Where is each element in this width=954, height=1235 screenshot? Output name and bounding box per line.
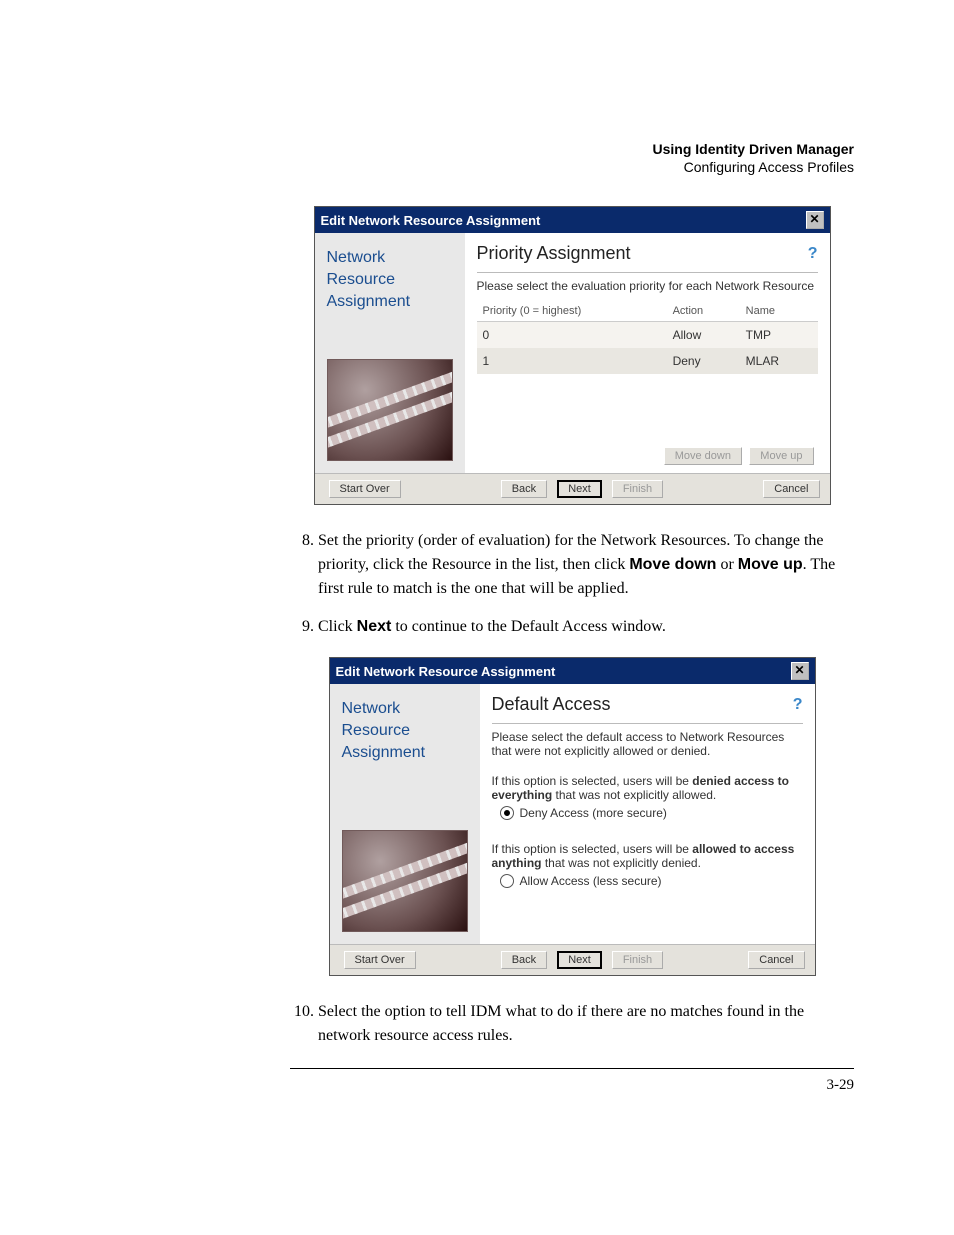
- cell-name: MLAR: [740, 348, 818, 374]
- page-number: 3-29: [290, 1077, 854, 1094]
- cancel-button[interactable]: Cancel: [763, 480, 819, 498]
- page-rule: [290, 1068, 854, 1069]
- col-priority: Priority (0 = highest): [477, 301, 667, 322]
- dialog-main: Default Access ? Please select the defau…: [480, 684, 815, 944]
- priority-dialog: Edit Network Resource Assignment ✕ Netwo…: [314, 206, 831, 505]
- col-name: Name: [740, 301, 818, 322]
- cell-priority: 0: [477, 322, 667, 349]
- back-button[interactable]: Back: [501, 480, 547, 498]
- next-button[interactable]: Next: [557, 951, 602, 969]
- step-8: Set the priority (order of evaluation) f…: [318, 529, 854, 601]
- back-button[interactable]: Back: [501, 951, 547, 969]
- finish-button[interactable]: Finish: [612, 951, 663, 969]
- dialog-title: Edit Network Resource Assignment: [336, 664, 556, 679]
- dialog-main: Priority Assignment ? Please select the …: [465, 233, 830, 473]
- dialog-heading: Priority Assignment ?: [477, 243, 818, 264]
- instruction-text: Please select the evaluation priority fo…: [477, 279, 818, 293]
- start-over-button[interactable]: Start Over: [329, 480, 401, 498]
- dialog-footer: Start Over Back Next Finish Cancel: [315, 473, 830, 504]
- move-down-button[interactable]: Move down: [664, 447, 742, 465]
- radio-label: Deny Access (more secure): [520, 806, 667, 820]
- next-button[interactable]: Next: [557, 480, 602, 498]
- step-9: Click Next to continue to the Default Ac…: [318, 615, 854, 639]
- instruction-list: Set the priority (order of evaluation) f…: [290, 529, 854, 639]
- table-row[interactable]: 1 Deny MLAR: [477, 348, 818, 374]
- finish-button[interactable]: Finish: [612, 480, 663, 498]
- allow-access-radio[interactable]: Allow Access (less secure): [492, 874, 803, 888]
- dialog-heading: Default Access ?: [492, 694, 803, 715]
- dialog-title: Edit Network Resource Assignment: [321, 213, 541, 228]
- priority-table: Priority (0 = highest) Action Name 0 All…: [477, 301, 818, 374]
- allow-block: If this option is selected, users will b…: [492, 842, 803, 888]
- help-icon[interactable]: ?: [808, 245, 818, 263]
- table-row[interactable]: 0 Allow TMP: [477, 322, 818, 349]
- radio-label: Allow Access (less secure): [520, 874, 662, 888]
- instruction-text: Please select the default access to Netw…: [492, 730, 803, 758]
- radio-icon: [500, 874, 514, 888]
- sidebar-image: [327, 359, 453, 461]
- sidebar-image: [342, 830, 468, 932]
- dialog-sidebar: Network Resource Assignment: [315, 233, 465, 473]
- move-up-button[interactable]: Move up: [749, 447, 813, 465]
- sidebar-title: Network Resource Assignment: [315, 233, 465, 312]
- dialog-titlebar: Edit Network Resource Assignment ✕: [330, 658, 815, 684]
- cell-action: Allow: [667, 322, 740, 349]
- sidebar-title: Network Resource Assignment: [330, 684, 480, 763]
- close-icon[interactable]: ✕: [791, 662, 809, 680]
- cancel-button[interactable]: Cancel: [748, 951, 804, 969]
- radio-icon: [500, 806, 514, 820]
- default-access-dialog: Edit Network Resource Assignment ✕ Netwo…: [329, 657, 816, 976]
- instruction-list: Select the option to tell IDM what to do…: [290, 1000, 854, 1048]
- deny-access-radio[interactable]: Deny Access (more secure): [492, 806, 803, 820]
- heading-text: Priority Assignment: [477, 243, 631, 264]
- cell-action: Deny: [667, 348, 740, 374]
- deny-block: If this option is selected, users will b…: [492, 774, 803, 820]
- dialog-sidebar: Network Resource Assignment: [330, 684, 480, 944]
- cell-priority: 1: [477, 348, 667, 374]
- heading-text: Default Access: [492, 694, 611, 715]
- page-header: Using Identity Driven Manager Configurin…: [100, 140, 854, 176]
- cell-name: TMP: [740, 322, 818, 349]
- col-action: Action: [667, 301, 740, 322]
- close-icon[interactable]: ✕: [806, 211, 824, 229]
- header-title: Using Identity Driven Manager: [100, 140, 854, 158]
- dialog-titlebar: Edit Network Resource Assignment ✕: [315, 207, 830, 233]
- header-subtitle: Configuring Access Profiles: [100, 158, 854, 176]
- step-10: Select the option to tell IDM what to do…: [318, 1000, 854, 1048]
- help-icon[interactable]: ?: [793, 696, 803, 714]
- start-over-button[interactable]: Start Over: [344, 951, 416, 969]
- dialog-footer: Start Over Back Next Finish Cancel: [330, 944, 815, 975]
